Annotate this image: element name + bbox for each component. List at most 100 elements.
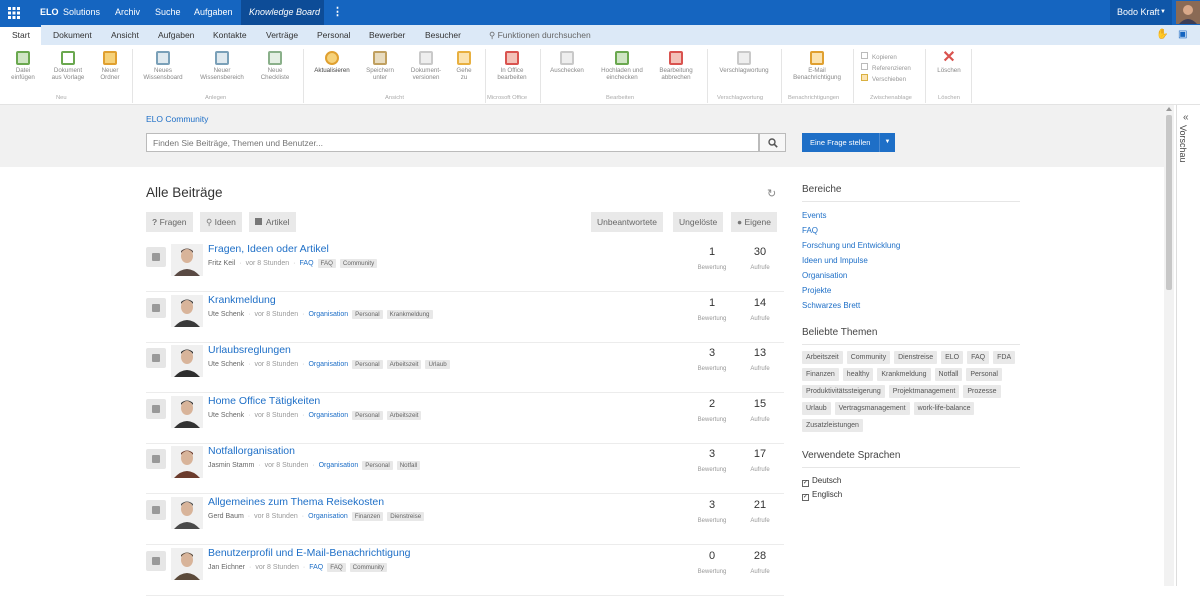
tab-kontakte[interactable]: Kontakte xyxy=(213,25,247,45)
topic-tag[interactable]: FDA xyxy=(993,351,1016,364)
post-tag[interactable]: Community xyxy=(349,562,387,572)
post-tag[interactable]: Personal xyxy=(352,360,383,370)
post-tag[interactable]: FAQ xyxy=(327,562,346,572)
area-link[interactable]: Ideen und Impulse xyxy=(802,253,1020,268)
post-title-link[interactable]: Allgemeines zum Thema Reisekosten xyxy=(208,496,384,508)
topic-tag[interactable]: Krankmeldung xyxy=(877,368,931,381)
author-avatar[interactable] xyxy=(171,497,203,529)
post-title-link[interactable]: Urlaubsreglungen xyxy=(208,344,291,356)
post-title-link[interactable]: Benutzerprofil und E-Mail-Benachrichtigu… xyxy=(208,547,411,559)
author-avatar[interactable] xyxy=(171,446,203,479)
topic-tag[interactable]: Community xyxy=(846,351,891,364)
preview-panel[interactable] xyxy=(1176,105,1200,586)
post-category-link[interactable]: Organisation xyxy=(319,462,359,469)
post-author[interactable]: Gerd Baum xyxy=(208,513,244,520)
post-tag[interactable]: FAQ xyxy=(317,259,336,268)
tab-start[interactable]: Start xyxy=(0,25,41,45)
topic-tag[interactable]: Zusatzleistungen xyxy=(802,419,863,432)
tab-aufgaben[interactable]: Aufgaben xyxy=(158,25,194,45)
post-author[interactable]: Ute Schenk xyxy=(208,361,244,368)
post-title-link[interactable]: Krankmeldung xyxy=(208,294,276,306)
post-row[interactable]: Notfallorganisation Jasmin Stamm · vor 8… xyxy=(146,444,784,495)
tab-personal[interactable]: Personal xyxy=(317,25,351,45)
topic-tag[interactable]: Vertragsmanagement xyxy=(834,402,910,415)
in-office-bearbeiten-button[interactable]: In Office bearbeiten xyxy=(493,51,531,81)
kopieren-button[interactable]: Kopieren xyxy=(861,52,911,63)
author-avatar[interactable] xyxy=(171,547,203,580)
more-menu-icon[interactable]: ⋮ xyxy=(332,0,343,25)
post-title-link[interactable]: Notfallorganisation xyxy=(208,445,295,457)
post-row[interactable]: Krankmeldung Ute Schenk · vor 8 Stunden … xyxy=(146,293,784,343)
loeschen-button[interactable]: ✕ Löschen xyxy=(934,50,964,75)
post-category-link[interactable]: FAQ xyxy=(300,260,314,267)
ask-question-button[interactable]: Eine Frage stellen ▼ xyxy=(802,133,895,152)
post-category-link[interactable]: Organisation xyxy=(308,311,348,318)
area-link[interactable]: Organisation xyxy=(802,268,1020,283)
fullscreen-icon[interactable]: ▣ xyxy=(1178,25,1187,45)
tab-ansicht[interactable]: Ansicht xyxy=(111,25,139,45)
post-category-link[interactable]: Organisation xyxy=(308,412,348,419)
scroll-up-arrow-icon[interactable] xyxy=(1166,107,1172,111)
function-search[interactable]: ⚲ Funktionen durchsuchen xyxy=(489,25,591,45)
scroll-thumb[interactable] xyxy=(1166,115,1172,290)
topic-tag[interactable]: FAQ xyxy=(967,351,990,364)
help-icon[interactable]: ✋ xyxy=(1156,25,1168,45)
neue-checkliste-button[interactable]: Neue Checkliste xyxy=(257,51,293,81)
post-tag[interactable]: Dienstreise xyxy=(387,512,425,521)
post-tag[interactable]: Urlaub xyxy=(425,360,450,370)
post-category-link[interactable]: Organisation xyxy=(308,513,348,520)
post-author[interactable]: Ute Schenk xyxy=(208,412,244,419)
bearbeitung-abbrechen-button[interactable]: Bearbeitung abbrechen xyxy=(656,51,696,81)
post-row[interactable]: Allgemeines zum Thema Reisekosten Gerd B… xyxy=(146,495,784,545)
nav-aufgaben[interactable]: Aufgaben xyxy=(194,0,233,25)
tab-bewerber[interactable]: Bewerber xyxy=(369,25,405,45)
tab-besucher[interactable]: Besucher xyxy=(425,25,461,45)
filter-fragen[interactable]: ? Fragen xyxy=(146,212,193,232)
post-tag[interactable]: Personal xyxy=(352,309,383,319)
post-tag[interactable]: Notfall xyxy=(396,461,421,471)
auschecken-button[interactable]: Auschecken xyxy=(548,51,586,74)
post-row[interactable]: Fragen, Ideen oder Artikel Fritz Keil · … xyxy=(146,242,784,292)
post-row[interactable]: Urlaubsreglungen Ute Schenk · vor 8 Stun… xyxy=(146,343,784,394)
referenzieren-button[interactable]: Referenzieren xyxy=(861,63,911,74)
author-avatar[interactable] xyxy=(171,244,203,276)
topic-tag[interactable]: Dienstreise xyxy=(894,351,938,364)
author-avatar[interactable] xyxy=(171,395,203,428)
topic-tag[interactable]: Personal xyxy=(966,368,1002,381)
neuer-ordner-button[interactable]: Neuer Ordner xyxy=(96,51,124,81)
verschlagwortung-button[interactable]: Verschlagwortung xyxy=(714,51,774,74)
post-tag[interactable]: Personal xyxy=(352,410,383,420)
datei-einfuegen-button[interactable]: Datei einfügen xyxy=(8,51,38,81)
post-row[interactable]: Home Office Tätigkeiten Ute Schenk · vor… xyxy=(146,394,784,444)
checkbox-checked-icon[interactable]: ✓ xyxy=(802,494,809,501)
filter-artikel[interactable]: Artikel xyxy=(249,212,296,232)
dokumentversionen-button[interactable]: Dokument-versionen xyxy=(407,51,445,81)
hochladen-einchecken-button[interactable]: Hochladen und einchecken xyxy=(598,51,646,81)
topic-tag[interactable]: Notfall xyxy=(934,368,963,381)
ask-dropdown-chevron-icon[interactable]: ▼ xyxy=(879,133,895,152)
topic-tag[interactable]: Finanzen xyxy=(802,368,839,381)
post-tag[interactable]: Krankmeldung xyxy=(386,309,433,319)
gehe-zu-button[interactable]: Gehe zu xyxy=(453,51,475,81)
post-author[interactable]: Jasmin Stamm xyxy=(208,462,254,469)
filter-ideen[interactable]: ⚲ Ideen xyxy=(200,212,242,232)
collapse-preview-icon[interactable]: « xyxy=(1183,112,1189,123)
topic-tag[interactable]: Arbeitszeit xyxy=(802,351,843,364)
post-tag[interactable]: Personal xyxy=(362,461,393,471)
area-link[interactable]: Projekte xyxy=(802,283,1020,298)
neues-wissensboard-button[interactable]: Neues Wissensboard xyxy=(141,51,185,81)
search-button[interactable] xyxy=(759,133,786,152)
author-avatar[interactable] xyxy=(171,345,203,378)
topic-tag[interactable]: Prozesse xyxy=(963,385,1001,398)
topic-tag[interactable]: ELO xyxy=(941,351,964,364)
post-tag[interactable]: Arbeitszeit xyxy=(386,410,422,420)
filter-eigene[interactable]: ● Eigene xyxy=(731,212,777,232)
area-link[interactable]: Forschung und Entwicklung xyxy=(802,238,1020,253)
topic-tag[interactable]: healthy xyxy=(842,368,874,381)
author-avatar[interactable] xyxy=(171,294,203,327)
dokument-aus-vorlage-button[interactable]: Dokument aus Vorlage xyxy=(48,51,88,81)
post-tag[interactable]: Community xyxy=(339,259,378,268)
neuer-wissensbereich-button[interactable]: Neuer Wissensbereich xyxy=(196,51,248,81)
language-filter[interactable]: ✓ Deutsch xyxy=(802,474,1020,488)
topic-tag[interactable]: Projektmanagement xyxy=(888,385,960,398)
